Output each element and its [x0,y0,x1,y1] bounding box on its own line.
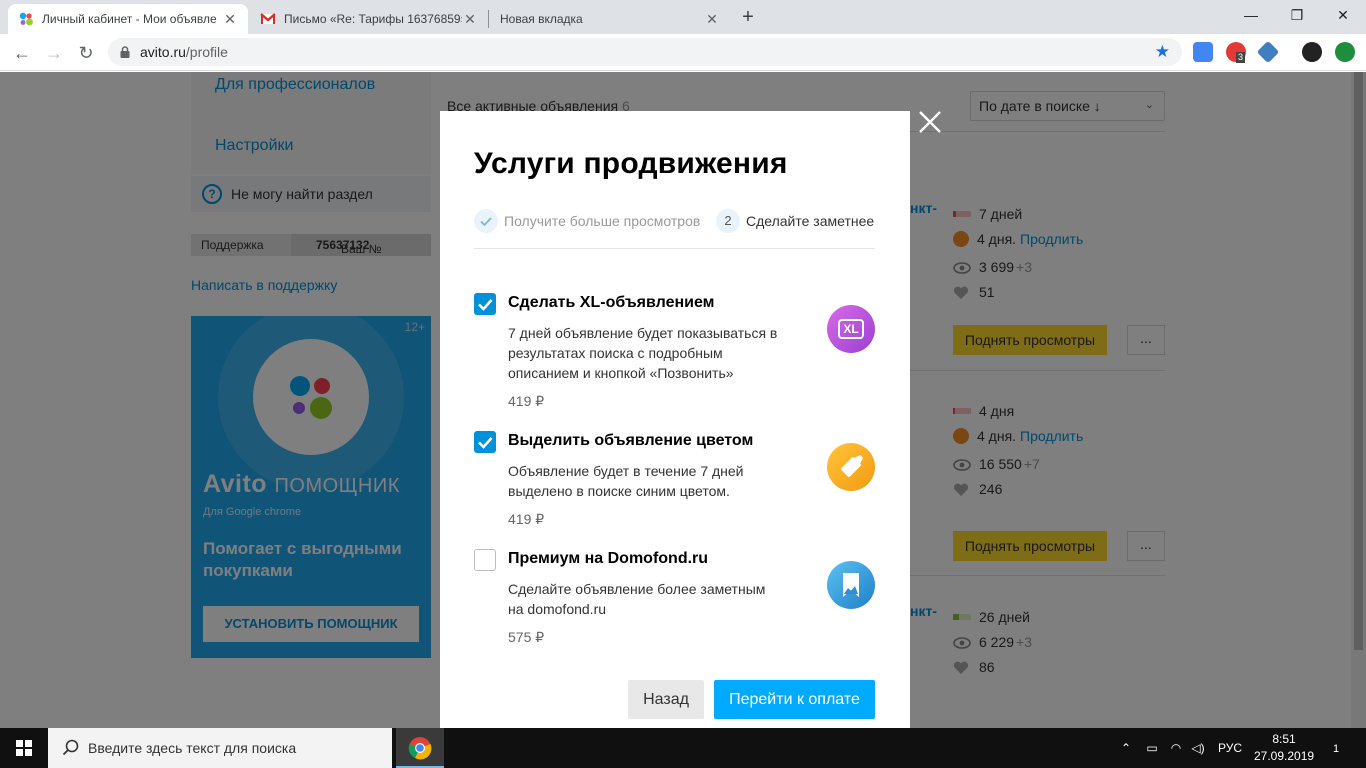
search-placeholder: Введите здесь текст для поиска [88,740,297,756]
new-tab-button[interactable]: + [736,6,760,30]
tab-title: Личный кабинет - Мои объявле [42,12,217,26]
extension-badge: 3 [1236,52,1246,63]
notifications-count: 1 [1332,743,1340,755]
close-modal-icon[interactable] [916,108,944,136]
clock-time: 8:51 [1272,732,1296,746]
chrome-icon [408,737,432,760]
url-path: /profile [185,44,228,60]
service-price: 575 ₽ [508,629,545,645]
wifi-icon[interactable]: ◠ [1167,728,1185,768]
windows-taskbar: Введите здесь текст для поиска ⌃ ▭ ◠ ◁) … [0,728,1366,768]
service-description: Сделайте объявление более заметным на do… [508,581,766,617]
search-icon [62,739,80,760]
tab-avito-profile[interactable]: Личный кабинет - Мои объявле ✕ [8,4,248,34]
close-window-icon[interactable]: ✕ [1320,0,1366,30]
modal-steps: Получите больше просмотров 2 Сделайте за… [474,209,875,249]
service-checkbox[interactable] [474,431,496,453]
language-indicator[interactable]: РУС [1214,728,1246,768]
lock-icon [120,45,130,58]
modal-title: Услуги продвижения [474,147,788,180]
close-tab-icon[interactable]: ✕ [462,11,478,28]
reload-icon[interactable]: ↻ [72,39,100,67]
service-price: 419 ₽ [508,511,545,527]
promotion-services-modal: Услуги продвижения Получите больше просм… [440,111,910,728]
close-tab-icon[interactable]: ✕ [222,11,238,28]
profile-avatar[interactable] [1302,42,1322,62]
service-name: Премиум на Domofond.ru [508,550,709,567]
windows-start-icon[interactable] [0,728,48,768]
check-icon [474,209,498,233]
url-text: avito.ru/profile [140,44,228,60]
update-arrow-icon[interactable] [1335,42,1355,62]
service-domofond-premium: Премиум на Domofond.ru Сделайте объявлен… [474,549,875,649]
service-description: Объявление будет в течение 7 дней выделе… [508,463,744,499]
step-make-visible: 2 Сделайте заметнее [716,209,874,233]
step-label: Сделайте заметнее [746,213,875,229]
tab-mail[interactable]: Письмо «Re: Тарифы 16376859» ✕ [250,4,488,34]
translate-extension-icon[interactable] [1193,42,1213,62]
clock-date: 27.09.2019 [1254,749,1315,763]
tab-new-tab[interactable]: Новая вкладка ✕ [490,4,730,34]
step-number: 2 [716,209,740,233]
volume-icon[interactable]: ◁) [1189,728,1207,768]
vpn-extension-icon[interactable] [1256,40,1280,64]
url-host: avito.ru [140,44,186,60]
battery-icon[interactable]: ▭ [1143,728,1161,768]
tab-separator [488,10,489,28]
xl-badge-text: XL [838,319,864,339]
forward-arrow-icon[interactable]: → [40,39,68,67]
tray-chevron-up-icon[interactable]: ⌃ [1118,728,1134,768]
browser-toolbar: ← → ↻ avito.ru/profile ★ 3 [0,34,1366,71]
step-label: Получите больше просмотров [504,213,701,229]
tab-title: Письмо «Re: Тарифы 16376859» [284,12,462,26]
step-get-more-views[interactable]: Получите больше просмотров [474,209,700,233]
notifications-icon[interactable]: 1 [1324,728,1348,768]
back-arrow-icon[interactable]: ← [8,39,36,67]
service-name: Сделать XL-объявлением [508,294,715,311]
back-button[interactable]: Назад [628,680,704,719]
taskbar-chrome-button[interactable] [396,728,444,768]
tab-title: Новая вкладка [500,12,583,26]
taskbar-clock[interactable]: 8:51 27.09.2019 [1254,731,1314,765]
bookmark-star-icon[interactable]: ★ [1155,42,1170,62]
gmail-favicon-icon [260,11,276,27]
xl-badge-icon: XL [827,305,875,353]
service-description: 7 дней объявление будет показываться в р… [508,325,778,381]
tab-strip: Личный кабинет - Мои объявле ✕ Письмо «R… [0,0,1366,34]
bookmark-icon [827,561,875,609]
highlighter-icon [827,443,875,491]
service-checkbox[interactable] [474,549,496,571]
adblock-extension-icon[interactable]: 3 [1226,42,1246,63]
minimize-icon[interactable]: — [1228,0,1274,30]
maximize-icon[interactable]: ❐ [1274,0,1320,30]
service-xl: Сделать XL-объявлением 7 дней объявление… [474,293,875,413]
taskbar-search-input[interactable]: Введите здесь текст для поиска [48,728,392,768]
service-highlight: Выделить объявление цветом Объявление бу… [474,431,875,531]
proceed-to-payment-button[interactable]: Перейти к оплате [714,680,875,719]
close-tab-icon[interactable]: ✕ [704,11,720,28]
address-bar[interactable]: avito.ru/profile ★ [108,38,1182,66]
avito-favicon-icon [18,11,34,27]
service-name: Выделить объявление цветом [508,432,754,449]
service-price: 419 ₽ [508,393,545,409]
service-checkbox[interactable] [474,293,496,315]
